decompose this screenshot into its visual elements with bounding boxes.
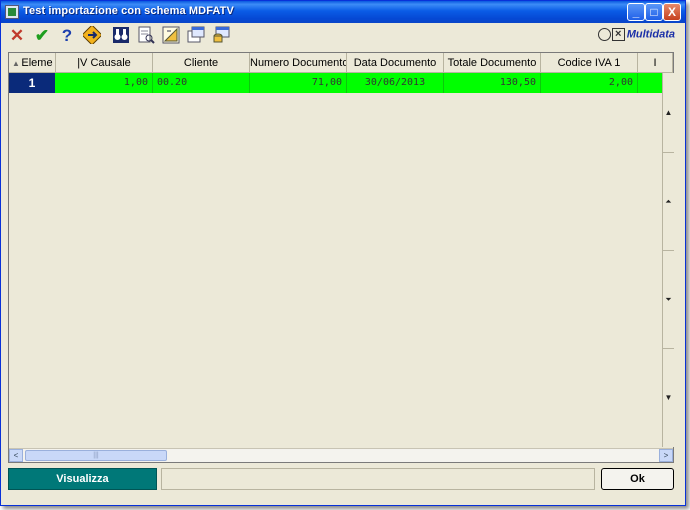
sort-indicator-icon: ▲ (12, 59, 20, 68)
help-icon[interactable]: ? (57, 26, 77, 46)
scroll-page-up-button[interactable]: ▲ (663, 73, 674, 153)
column-header-causale[interactable]: |V Causale (56, 53, 153, 73)
main-window: Test importazione con schema MDFATV _ □ … (0, 0, 686, 506)
grid-header: ▲ Eleme |V Causale Cliente Numero Docume… (9, 53, 673, 73)
scroll-right-button[interactable]: > (659, 449, 673, 462)
app-icon (5, 5, 19, 19)
column-header-next[interactable]: I (638, 53, 673, 73)
scroll-up-fast-button[interactable]: ⏶ (663, 153, 674, 251)
cell-cliente[interactable]: 00.20 (153, 73, 250, 93)
status-field (161, 468, 595, 490)
binoculars-icon[interactable] (111, 26, 131, 46)
ok-button[interactable]: Ok (601, 468, 674, 490)
export-icon[interactable] (81, 24, 103, 46)
column-header-elemento[interactable]: ▲ Eleme (9, 53, 56, 73)
cell-totale-documento[interactable]: 130,50 (444, 73, 541, 93)
cell-numero-documento[interactable]: 71,00 (250, 73, 347, 93)
column-header-codice-iva-1[interactable]: Codice IVA 1 (541, 53, 638, 73)
column-header-data-documento[interactable]: Data Documento (347, 53, 444, 73)
column-header-totale-documento[interactable]: Totale Documento (444, 53, 541, 73)
close-button[interactable]: X (663, 3, 681, 21)
maximize-button[interactable]: □ (645, 3, 663, 21)
visualizza-button[interactable]: Visualizza (8, 468, 157, 490)
title-bar[interactable]: Test importazione con schema MDFATV _ □ … (1, 1, 685, 23)
toolbar: ✕ ✔ ? × Multidata (1, 23, 685, 49)
cell-codice-iva-1[interactable]: 2,00 (541, 73, 638, 93)
column-header-cliente[interactable]: Cliente (153, 53, 250, 73)
database-window-icon[interactable] (211, 26, 231, 46)
search-document-icon[interactable] (136, 26, 156, 46)
scroll-left-button[interactable]: < (9, 449, 23, 462)
vertical-scrollbar[interactable]: ▲ ⏶ ⏷ ▼ (662, 73, 674, 447)
column-header-numero-documento[interactable]: Numero Documento (250, 53, 347, 73)
confirm-icon[interactable]: ✔ (32, 26, 52, 46)
multidata-logo: × Multidata (597, 28, 675, 44)
ruler-icon[interactable] (161, 26, 181, 46)
data-grid[interactable]: ▲ Eleme |V Causale Cliente Numero Docume… (8, 52, 674, 463)
window-title: Test importazione con schema MDFATV (23, 5, 234, 17)
cancel-icon[interactable]: ✕ (7, 26, 27, 46)
scroll-page-down-button[interactable]: ▼ (663, 349, 674, 447)
cell-causale[interactable]: 1,00 (56, 73, 153, 93)
horizontal-scrollbar[interactable]: < ||| > (9, 448, 673, 462)
row-index[interactable]: 1 (9, 73, 55, 93)
minimize-button[interactable]: _ (627, 3, 645, 21)
logo-circle-icon (597, 28, 611, 41)
cell-data-documento[interactable]: 30/06/2013 (347, 73, 444, 93)
scroll-down-fast-button[interactable]: ⏷ (663, 251, 674, 349)
logo-cross-icon: × (611, 28, 625, 41)
cell-next[interactable] (638, 73, 663, 93)
horizontal-scroll-thumb[interactable]: ||| (25, 450, 167, 461)
window-layout-icon[interactable] (186, 26, 206, 46)
table-row[interactable]: 1 1,00 00.20 71,00 30/06/2013 130,50 2,0… (9, 73, 663, 93)
